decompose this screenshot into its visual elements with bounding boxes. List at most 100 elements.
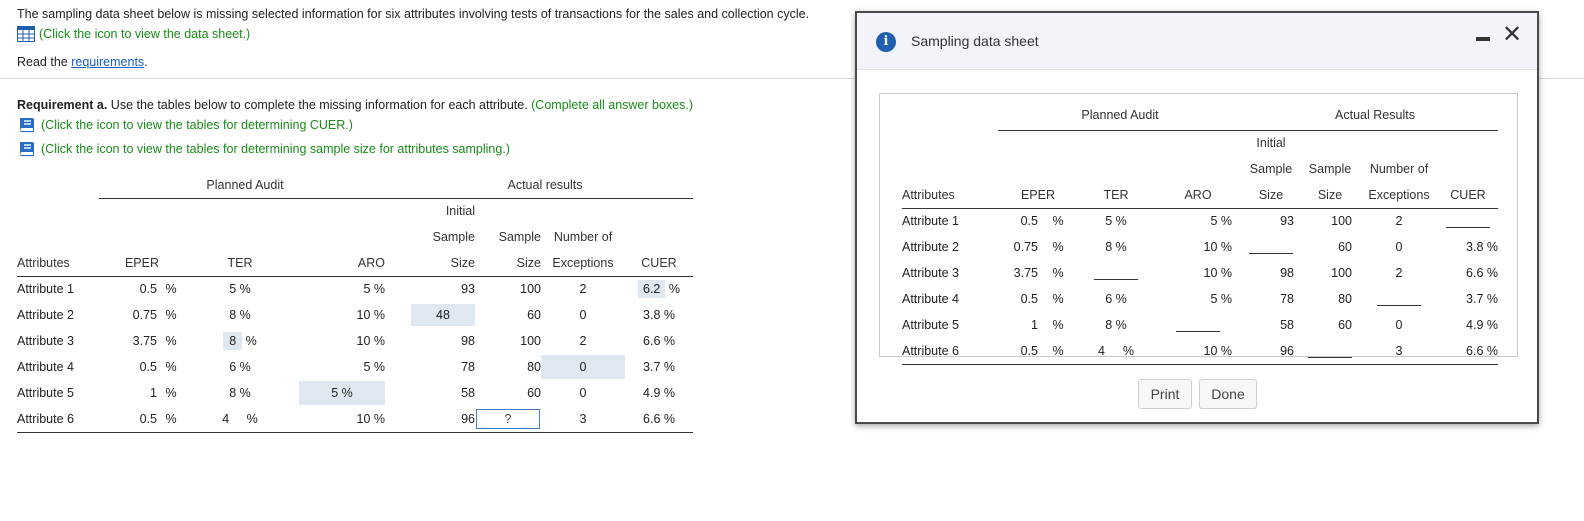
- requirement-section: Requirement a. Use the tables below to c…: [17, 96, 857, 158]
- cuer-link[interactable]: (Click the icon to view the tables for d…: [41, 118, 353, 132]
- cuer-value: 6.6 %: [625, 406, 693, 433]
- spacer: [1300, 130, 1498, 156]
- ter-value: 4: [1097, 343, 1105, 358]
- cuer-value: 4.9 %: [1466, 318, 1498, 332]
- spacer: [1438, 156, 1498, 182]
- sample-header: Sample: [1249, 162, 1293, 176]
- eper-value: 0.5: [1020, 292, 1038, 306]
- eper-value: 3.75: [132, 334, 157, 348]
- pct-sign: %: [1052, 214, 1064, 229]
- ter-value: 8 %: [1105, 240, 1127, 254]
- aro-answer-field[interactable]: 5 %: [299, 381, 385, 405]
- sample-size-input[interactable]: ?: [476, 408, 540, 429]
- aro-cell: 5 %: [295, 380, 391, 406]
- aro-value: 10 %: [295, 406, 391, 433]
- table-row: Attribute 2 0.75 % 8 % 10 % 48 60 0 3.8 …: [17, 302, 693, 328]
- initial-size-value: 96: [1242, 338, 1300, 365]
- aro-value: 10 %: [356, 334, 386, 348]
- sample-size-value: 80: [1338, 292, 1352, 306]
- initial-size-value: 96: [391, 406, 475, 433]
- eper-value: 0.5: [1020, 214, 1038, 229]
- table-grid-icon[interactable]: [17, 26, 35, 42]
- read-prefix: Read the: [17, 55, 72, 69]
- minimize-icon[interactable]: [1476, 37, 1490, 41]
- eper-value: 0.5: [139, 360, 157, 374]
- cuer-cell: 6.2 %: [625, 276, 693, 302]
- eper-value: 3.75: [1013, 266, 1038, 280]
- ter-value: 8 %: [1105, 318, 1127, 332]
- ter-cell: 4 %: [185, 406, 295, 433]
- cuer-value: 3.7 %: [1466, 292, 1498, 306]
- ter-cell: 8 %: [185, 328, 295, 354]
- exceptions-value: 0: [1395, 318, 1403, 332]
- ter-value: 4: [222, 411, 230, 426]
- exceptions-cell: [1360, 286, 1438, 312]
- requirement-label: Requirement a.: [17, 98, 108, 112]
- cuer-value: 3.8 %: [1466, 240, 1498, 254]
- aro-blank: [1176, 318, 1220, 332]
- pct-sign: %: [165, 308, 177, 322]
- close-icon[interactable]: ✕: [1502, 23, 1522, 47]
- table-row: Attribute 3 3.75 % 8 % 10 % 98 100 2 6.6…: [17, 328, 693, 354]
- pct-sign: %: [165, 360, 177, 374]
- dialog-header: i Sampling data sheet ✕: [857, 13, 1537, 70]
- ter-cell: 4%: [1078, 338, 1154, 365]
- spacer: [902, 156, 1242, 182]
- sample-size-cell: ?: [475, 406, 541, 433]
- aro-cell: [1154, 312, 1242, 338]
- aro-value: 5 %: [1210, 214, 1232, 229]
- pct-sign: %: [1052, 240, 1064, 254]
- eper-value: 0.5: [139, 282, 157, 297]
- attribute-name: Attribute 2: [17, 308, 74, 322]
- cuer-link-row[interactable]: (Click the icon to view the tables for d…: [17, 116, 857, 134]
- aro-answer-value: 5: [331, 386, 339, 400]
- book-icon[interactable]: [17, 116, 37, 134]
- book-icon[interactable]: [17, 140, 37, 158]
- sample-size-link-row[interactable]: (Click the icon to view the tables for d…: [17, 140, 857, 158]
- pct-sign: %: [246, 411, 258, 426]
- exceptions-value: 0: [579, 386, 587, 400]
- data-sheet-link-row[interactable]: (Click the icon to view the data sheet.): [17, 26, 857, 42]
- done-button[interactable]: Done: [1199, 379, 1257, 409]
- number-of-header: Number of: [1369, 162, 1429, 176]
- dialog-title: Sampling data sheet: [911, 33, 1039, 49]
- cuer-blank: [1446, 214, 1490, 229]
- requirement-text: Requirement a. Use the tables below to c…: [17, 96, 857, 114]
- col-init-size: Size: [1242, 182, 1300, 209]
- sample-size-blank: [1308, 344, 1352, 358]
- aro-value: 10 %: [1203, 240, 1233, 254]
- data-sheet-link[interactable]: (Click the icon to view the data sheet.): [39, 27, 250, 41]
- table-row: Attribute 6 0.5 % 4 % 10 % 96 ? 3 6.6 %: [17, 406, 693, 433]
- sample-header: Sample: [432, 230, 475, 244]
- cuer-value: 3.8 %: [643, 308, 675, 322]
- ter-value: 8 %: [229, 386, 251, 400]
- intro-text: The sampling data sheet below is missing…: [17, 7, 810, 21]
- print-button[interactable]: Print: [1138, 379, 1192, 409]
- col-eper: EPER: [998, 182, 1078, 209]
- requirements-link[interactable]: requirements: [71, 55, 144, 69]
- cuer-value: 6.6 %: [1466, 266, 1498, 280]
- answer-table: Planned Audit Actual results Initial Sam…: [17, 172, 693, 433]
- table-row: Attribute 5 1 % 8 % 5 % 58 60 0 4.9 %: [17, 380, 693, 406]
- initial-size-answer-field[interactable]: 48: [411, 304, 475, 326]
- cuer-answer-field[interactable]: 6.2: [638, 280, 666, 299]
- ter-answer-field[interactable]: 8: [223, 332, 243, 350]
- initial-header: Initial: [1256, 136, 1286, 151]
- data-sheet-panel: Planned Audit Actual Results Initial Sample…: [879, 93, 1518, 365]
- col-cuer: CUER: [625, 250, 693, 277]
- initial-size-value: 93: [461, 282, 475, 297]
- col-ter: TER: [1078, 182, 1154, 209]
- sample-size-value: 80: [527, 360, 541, 374]
- col-exceptions: Exceptions: [541, 250, 625, 277]
- sample-size-value: 100: [1331, 214, 1352, 229]
- sample-size-value: 60: [1338, 240, 1352, 254]
- exceptions-value: 2: [579, 282, 587, 297]
- aro-value: 5 %: [1210, 292, 1232, 306]
- aro-value: 5 %: [363, 360, 385, 374]
- sample-size-link[interactable]: (Click the icon to view the tables for d…: [41, 142, 510, 156]
- read-requirements: Read the requirements.: [17, 54, 857, 70]
- col-aro: ARO: [1154, 182, 1242, 209]
- exceptions-answer-field[interactable]: 0: [541, 355, 625, 379]
- aro-value: 5 %: [363, 282, 385, 297]
- initial-size-value: 93: [1280, 214, 1294, 229]
